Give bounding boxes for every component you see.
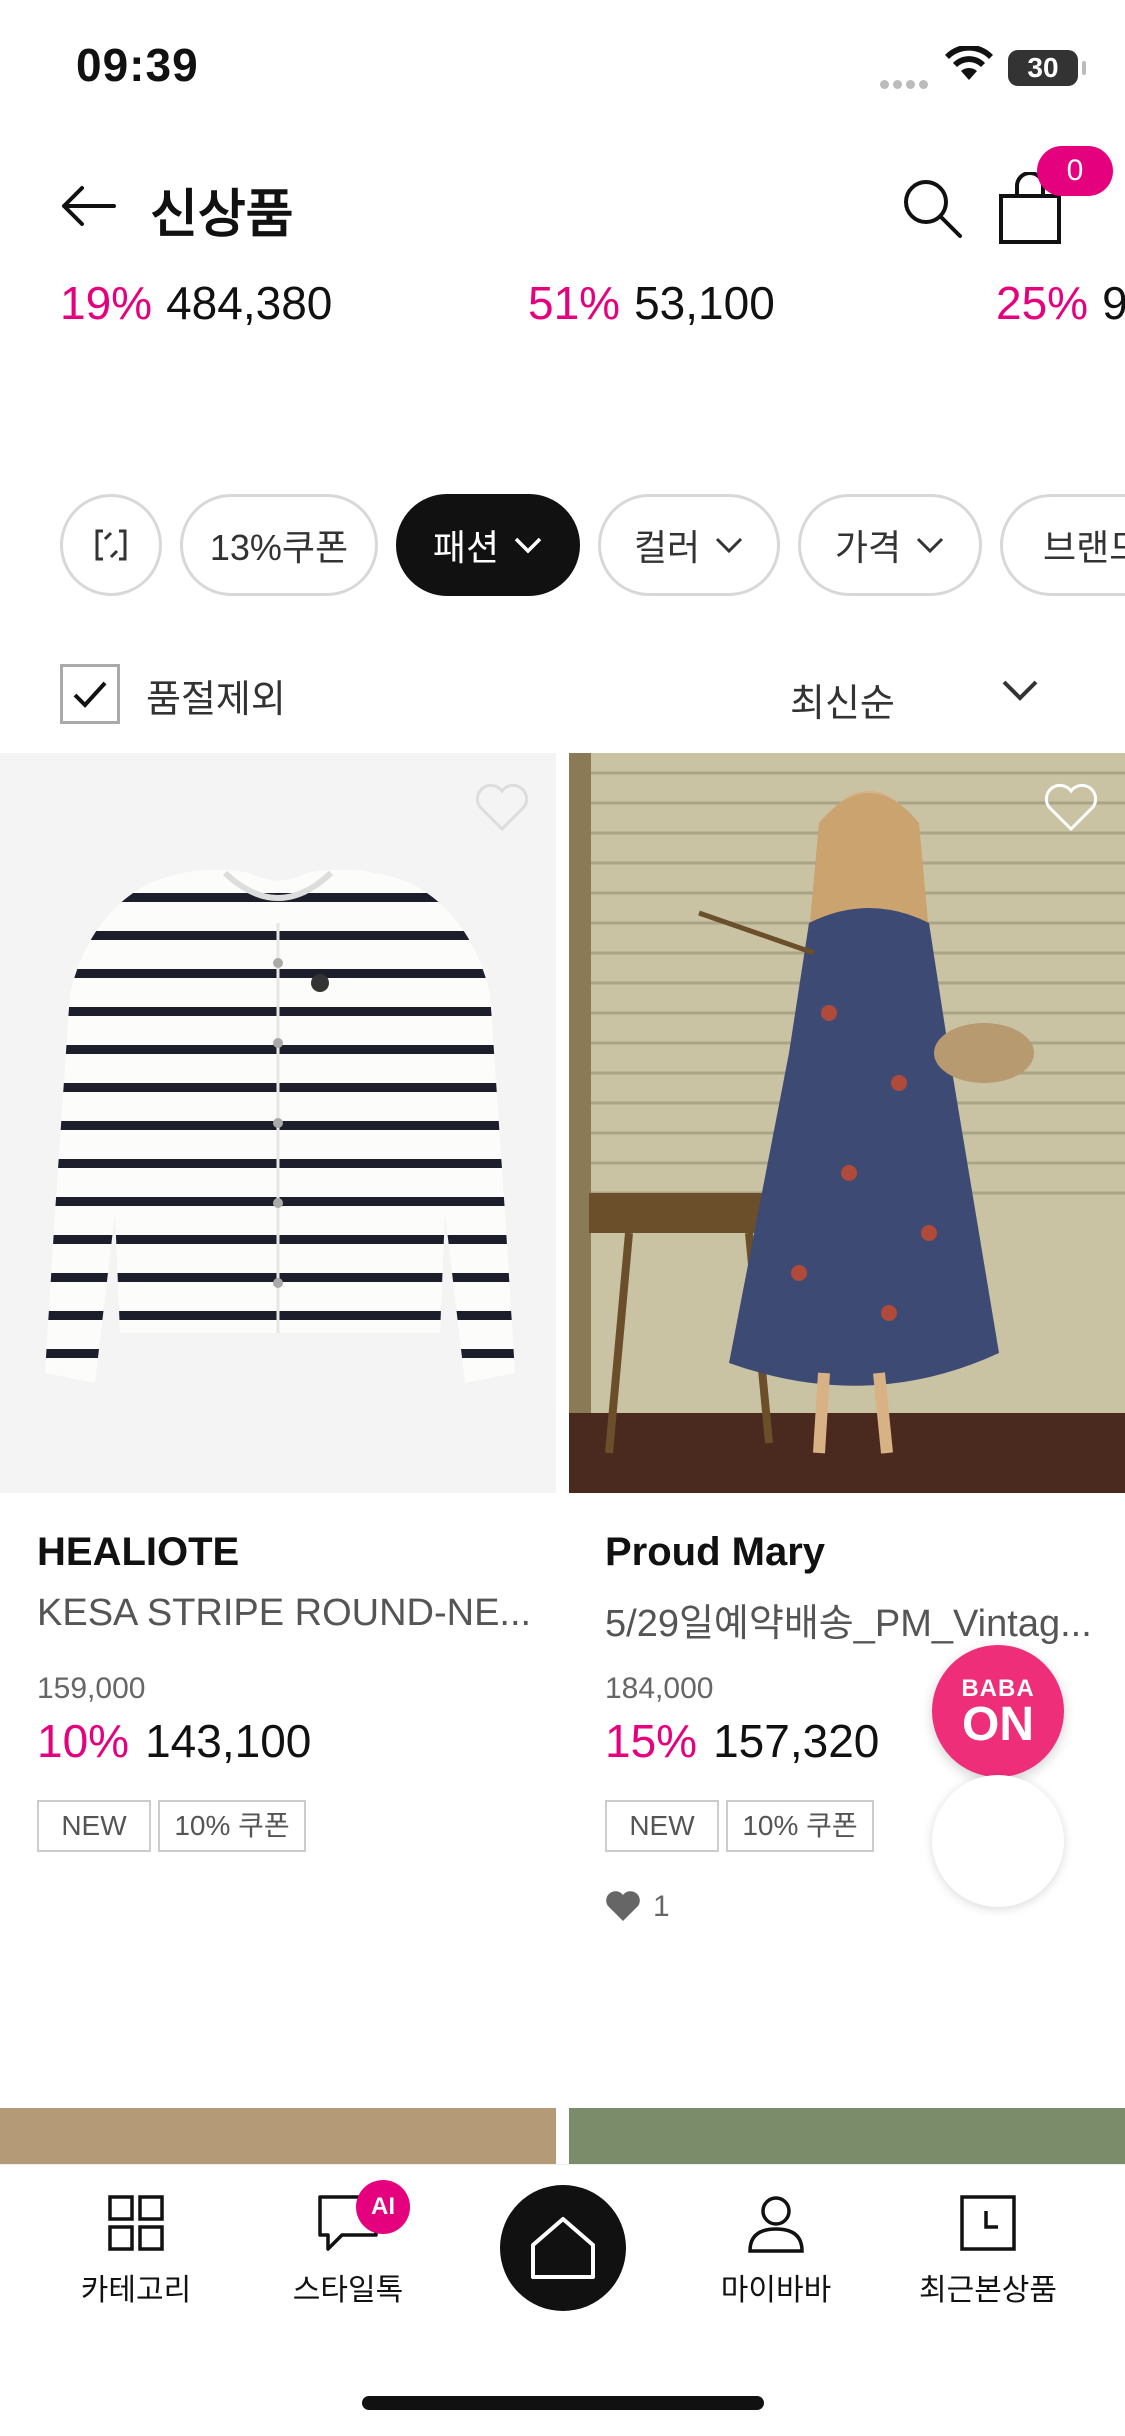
grid-icon [108, 2195, 164, 2251]
brand-filter-chip[interactable]: 브랜드 [1000, 494, 1125, 596]
nav-mybaba[interactable]: 마이바바 [686, 2193, 866, 2309]
coupon-filter-chip[interactable]: 13%쿠폰 [180, 494, 378, 596]
nav-category[interactable]: 카테고리 [46, 2193, 226, 2309]
chevron-down-icon[interactable] [1000, 674, 1040, 704]
ai-badge: AI [356, 2180, 410, 2234]
original-price: 184,000 [605, 1672, 714, 1705]
back-arrow-icon[interactable] [58, 182, 118, 230]
chevron-down-icon [716, 537, 743, 554]
chevron-down-icon [917, 537, 944, 554]
signal-icon [880, 76, 934, 89]
product-brand[interactable]: Proud Mary [605, 1530, 825, 1575]
product-brand[interactable]: HEALIOTE [37, 1530, 239, 1575]
clock-icon [960, 2195, 1016, 2251]
cart-count-badge: 0 [1037, 146, 1113, 196]
nav-styletalk[interactable]: 스타일톡 [258, 2193, 438, 2309]
sale-price: 15% 157,320 [605, 1715, 880, 1767]
wifi-icon [945, 46, 993, 80]
product-name[interactable]: KESA STRIPE ROUND-NE... [37, 1592, 537, 1635]
header: 신상품 0 [0, 136, 1125, 276]
coupon-tag: 10% 쿠폰 [158, 1800, 306, 1852]
home-button[interactable] [500, 2185, 626, 2311]
new-tag: NEW [37, 1800, 151, 1852]
checkmark-icon [73, 681, 107, 708]
filter-bar: 13%쿠폰 패션 컬러 가격 브랜드 [0, 494, 1125, 598]
strip-item[interactable]: 51% 53,100 [528, 276, 775, 330]
sale-price: 10% 143,100 [37, 1715, 312, 1767]
strip-item[interactable]: 25% 9 [996, 276, 1125, 330]
floating-action-button[interactable] [932, 1775, 1064, 1907]
exclude-soldout-label[interactable]: 품절제외 [146, 668, 286, 723]
battery-icon: 30 [1008, 50, 1086, 86]
baba-on-button[interactable]: BABA ON [932, 1645, 1064, 1777]
new-tag: NEW [605, 1800, 719, 1852]
product-image[interactable] [569, 753, 1125, 1493]
striped-cardigan-image [45, 869, 515, 1383]
exclude-soldout-checkbox[interactable] [60, 664, 120, 724]
page-title: 신상품 [150, 186, 294, 244]
coupon-tag: 10% 쿠폰 [726, 1800, 874, 1852]
search-icon[interactable] [900, 176, 964, 240]
heart-filled-icon [606, 1891, 640, 1921]
home-icon [531, 2217, 595, 2279]
nav-recent[interactable]: 최근본상품 [898, 2193, 1078, 2309]
status-time: 09:39 [76, 39, 199, 91]
heart-icon[interactable] [474, 783, 530, 833]
product-name[interactable]: 5/29일예약배송_PM_Vintag... [605, 1592, 1105, 1647]
product-image[interactable] [0, 2108, 556, 2168]
price-strip: 19% 484,380 51% 53,100 25% 9 [0, 276, 1125, 346]
fashion-filter-chip[interactable]: 패션 [396, 494, 580, 596]
person-icon [748, 2196, 804, 2253]
product-image[interactable] [569, 2108, 1125, 2168]
refresh-icon [95, 529, 127, 561]
color-filter-chip[interactable]: 컬러 [598, 494, 780, 596]
sort-select[interactable]: 최신순 [790, 672, 895, 727]
chevron-down-icon [514, 537, 542, 554]
model-photo-image [569, 753, 1125, 1493]
heart-icon[interactable] [1043, 783, 1099, 833]
reset-filter-button[interactable] [60, 494, 162, 596]
product-image[interactable] [0, 753, 556, 1493]
original-price: 159,000 [37, 1672, 146, 1705]
price-filter-chip[interactable]: 가격 [798, 494, 982, 596]
like-count: 1 [605, 1890, 670, 1924]
strip-item[interactable]: 19% 484,380 [60, 276, 332, 330]
home-indicator [362, 2396, 764, 2410]
status-bar: 09:39 30 [0, 0, 1125, 136]
